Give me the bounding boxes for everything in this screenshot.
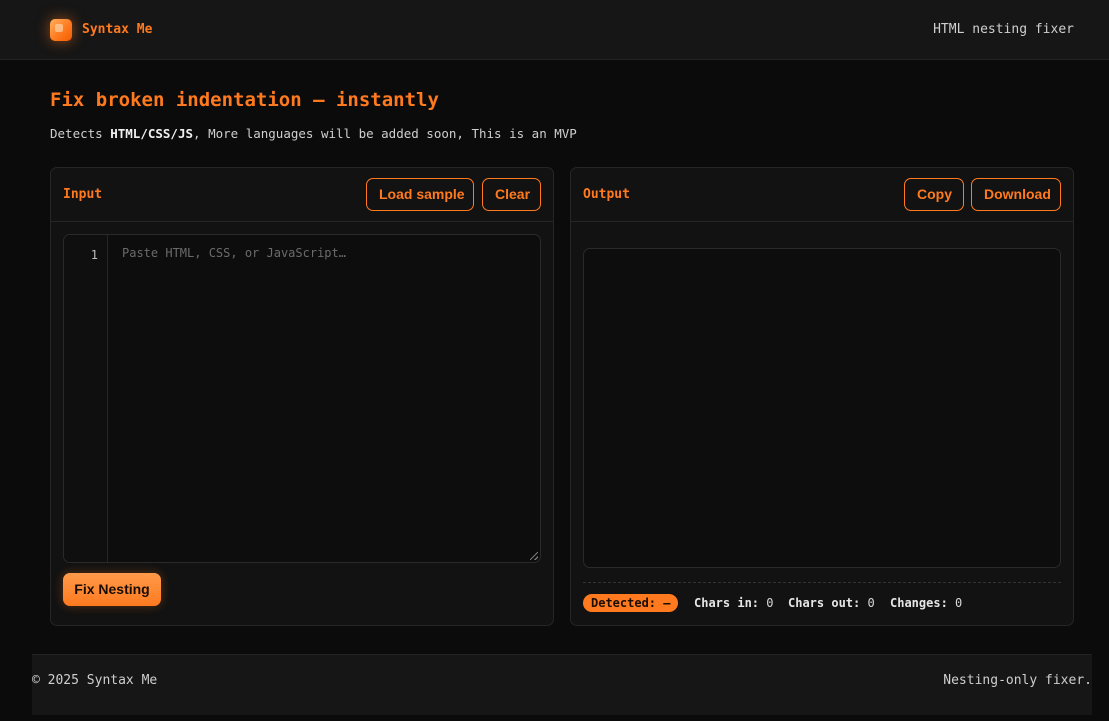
chars-in-value: 0 <box>766 596 774 610</box>
chars-out-label: Chars out: <box>788 596 861 610</box>
detected-language-badge: Detected: — <box>583 594 679 612</box>
fix-nesting-button[interactable]: Fix Nesting <box>63 573 161 606</box>
header-tagline: HTML nesting fixer <box>933 22 1074 37</box>
changes-label: Changes: <box>890 596 948 610</box>
line-number: 1 <box>90 248 98 262</box>
subtitle-languages: HTML/CSS/JS <box>110 126 194 141</box>
footer: © 2025 Syntax Me Nesting-only fixer. <box>32 654 1092 715</box>
copy-button[interactable]: Copy <box>904 178 964 211</box>
clear-button[interactable]: Clear <box>482 178 541 211</box>
footer-note: Nesting-only fixer. <box>943 673 1092 688</box>
output-code-box[interactable] <box>583 248 1061 568</box>
chars-in-stat: Chars in: 0 <box>694 596 774 610</box>
code-input[interactable] <box>109 235 540 562</box>
page-subtitle: Detects HTML/CSS/JS, More languages will… <box>50 126 577 142</box>
line-number-gutter: 1 <box>64 235 108 562</box>
output-panel-header: Output Copy Download <box>571 168 1073 222</box>
chars-out-value: 0 <box>867 596 875 610</box>
resize-handle-icon[interactable] <box>530 552 538 560</box>
input-panel-header: Input Load sample Clear <box>51 168 553 222</box>
output-panel-title: Output <box>583 187 630 202</box>
input-panel: Input Load sample Clear 1 Fix Nesting <box>50 167 554 626</box>
chars-in-label: Chars in: <box>694 596 760 610</box>
brand-logo-icon[interactable] <box>50 19 72 41</box>
code-editor: 1 <box>63 234 541 563</box>
page-title: Fix broken indentation — instantly <box>50 89 439 111</box>
changes-stat: Changes: 0 <box>890 596 962 610</box>
input-panel-title: Input <box>63 187 103 202</box>
subtitle-suffix: , More languages will be added soon, Thi… <box>193 126 577 141</box>
chars-out-stat: Chars out: 0 <box>788 596 875 610</box>
top-bar: Syntax Me HTML nesting fixer <box>0 0 1109 60</box>
footer-copyright: © 2025 Syntax Me <box>32 673 158 688</box>
changes-value: 0 <box>955 596 963 610</box>
stats-divider <box>583 582 1061 583</box>
brand-name[interactable]: Syntax Me <box>82 21 152 39</box>
subtitle-prefix: Detects <box>50 126 111 141</box>
load-sample-button[interactable]: Load sample <box>366 178 474 211</box>
output-panel: Output Copy Download Detected: — Chars i… <box>570 167 1074 626</box>
download-button[interactable]: Download <box>971 178 1061 211</box>
